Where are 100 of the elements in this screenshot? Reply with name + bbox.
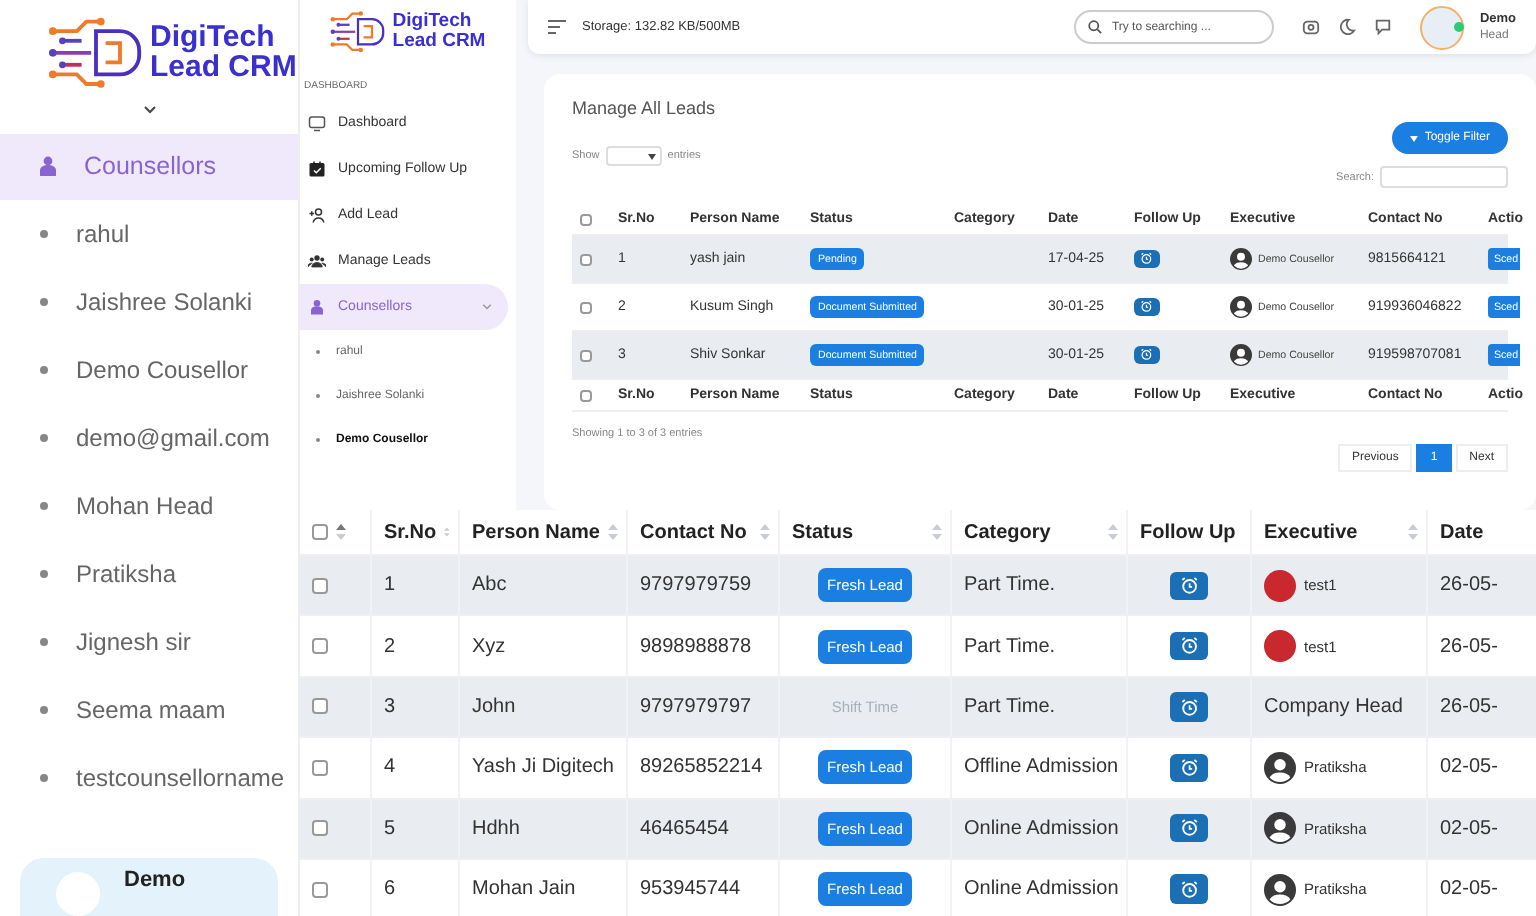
- row-checkbox[interactable]: [580, 213, 592, 225]
- table-cell: 9797979797: [640, 695, 752, 718]
- table-cell: 02-05-: [1440, 878, 1498, 901]
- column-header[interactable]: Category: [964, 521, 1051, 543]
- table-cell: 26-05-: [1440, 695, 1498, 718]
- follow-up-button[interactable]: [1134, 345, 1160, 365]
- alarm-clock-icon: [1179, 575, 1199, 595]
- row-checkbox[interactable]: [312, 698, 328, 715]
- bullet-icon: [40, 501, 48, 510]
- alarm-clock-icon: [1179, 636, 1199, 656]
- column-header[interactable]: Follow Up: [1140, 521, 1236, 543]
- caret-icon: [647, 153, 656, 159]
- table-cell: 26-05-: [1440, 635, 1498, 658]
- counsellor-icon: [36, 154, 60, 179]
- logo-subtitle: Lead CRM: [392, 31, 486, 51]
- table-cell: John: [472, 695, 516, 718]
- counsellor-link[interactable]: testcounsellorname: [76, 763, 285, 792]
- chevron-down-icon: [482, 303, 492, 310]
- follow-up-button[interactable]: [1134, 297, 1160, 317]
- calendar-icon: [308, 159, 326, 178]
- executive-name: Company Head: [1264, 695, 1403, 718]
- column-header[interactable]: Contact No: [640, 521, 747, 543]
- follow-up-button[interactable]: [1134, 249, 1160, 269]
- row-checkbox[interactable]: [312, 524, 328, 540]
- follow-up-button[interactable]: [1169, 631, 1209, 661]
- table-cell: Abc: [472, 574, 507, 597]
- table-cell: 89265852214: [640, 756, 763, 779]
- entries-select[interactable]: [605, 146, 662, 166]
- column-header[interactable]: Date: [1440, 521, 1484, 543]
- table-cell: Xyz: [472, 635, 506, 658]
- table-cell: 02-05-: [1440, 817, 1498, 840]
- bullet-icon: [40, 705, 48, 714]
- alarm-clock-icon: [1140, 300, 1154, 314]
- message-icon[interactable]: [1373, 18, 1392, 36]
- row-checkbox[interactable]: [580, 301, 592, 313]
- row-checkbox[interactable]: [312, 638, 328, 655]
- table-cell: 1: [384, 574, 396, 597]
- column-header[interactable]: Status: [792, 521, 854, 543]
- table-cell: Yash Ji Digitech: [472, 756, 614, 779]
- circuit-logo-icon: [48, 12, 144, 94]
- table-cell: 46465454: [640, 817, 729, 840]
- bullet-icon: [40, 297, 48, 306]
- menu-icon[interactable]: [548, 20, 566, 34]
- table-cell: Hdhh: [472, 817, 520, 840]
- counsellor-link[interactable]: Seema maam: [76, 695, 226, 724]
- users-icon: [308, 251, 326, 270]
- profile-name: Demo: [124, 866, 186, 893]
- counsellor-link[interactable]: Demo Cousellor: [76, 355, 249, 384]
- column-header[interactable]: Executive: [1264, 521, 1358, 543]
- column-header[interactable]: Sr.No: [384, 521, 437, 543]
- add-user-icon: [308, 205, 326, 224]
- counsellor-link[interactable]: demo@gmail.com: [76, 423, 270, 452]
- row-checkbox[interactable]: [580, 349, 592, 361]
- counsellor-link[interactable]: Mohan Head: [76, 491, 214, 520]
- counsellor-link[interactable]: Pratiksha: [76, 559, 177, 588]
- follow-up-button[interactable]: [1169, 692, 1209, 722]
- table-search-field[interactable]: [1380, 166, 1508, 188]
- bullet-icon: [40, 229, 48, 238]
- counsellor-link[interactable]: Jignesh sir: [76, 627, 191, 656]
- follow-up-button[interactable]: [1169, 874, 1209, 904]
- table-cell: Offline Admission: [964, 756, 1119, 779]
- counsellor-link[interactable]: Jaishree Solanki: [76, 287, 253, 316]
- screen-icon[interactable]: [1301, 18, 1320, 36]
- table-cell: 3: [384, 695, 396, 718]
- table-cell: Part Time.: [964, 695, 1056, 718]
- row-checkbox[interactable]: [580, 253, 592, 265]
- follow-up-button[interactable]: [1169, 753, 1209, 783]
- counsellors-menu-item[interactable]: Counsellors: [0, 133, 298, 200]
- row-checkbox[interactable]: [312, 577, 328, 594]
- user-avatar[interactable]: [1419, 5, 1464, 49]
- bullet-icon: [40, 773, 48, 782]
- table-cell: Mohan Jain: [472, 878, 576, 901]
- alarm-clock-icon: [1179, 758, 1199, 778]
- table-cell: 9898988878: [640, 635, 752, 658]
- sort-icon[interactable]: [336, 524, 346, 540]
- photo-placeholder: [1264, 630, 1296, 663]
- follow-up-button[interactable]: [1169, 814, 1209, 843]
- logo-title: DigiTech: [150, 22, 277, 53]
- circuit-logo-icon: [330, 8, 387, 56]
- follow-up-button[interactable]: [1169, 571, 1209, 600]
- bullet-icon: [40, 365, 48, 374]
- row-checkbox[interactable]: [312, 759, 328, 776]
- row-checkbox[interactable]: [312, 881, 328, 898]
- card-title: Manage All Leads: [572, 98, 718, 118]
- monitor-icon: [308, 113, 326, 132]
- row-checkbox[interactable]: [312, 820, 328, 837]
- table-cell: 953945744: [640, 878, 741, 901]
- table-cell: 9797979759: [640, 574, 752, 597]
- bullet-icon: [40, 433, 48, 442]
- alarm-clock-icon: [1179, 697, 1199, 717]
- table-cell: Online Admission: [964, 878, 1119, 901]
- caret-icon: [1410, 135, 1419, 141]
- chevron-down-icon[interactable]: [143, 105, 155, 114]
- row-checkbox[interactable]: [580, 389, 592, 401]
- counsellor-link[interactable]: rahul: [76, 219, 130, 248]
- moon-icon[interactable]: [1337, 18, 1356, 36]
- counsellor-icon: [308, 297, 326, 316]
- avatar-icon: [1264, 751, 1296, 784]
- column-header[interactable]: Person Name: [472, 521, 600, 543]
- avatar-icon: [1230, 296, 1252, 318]
